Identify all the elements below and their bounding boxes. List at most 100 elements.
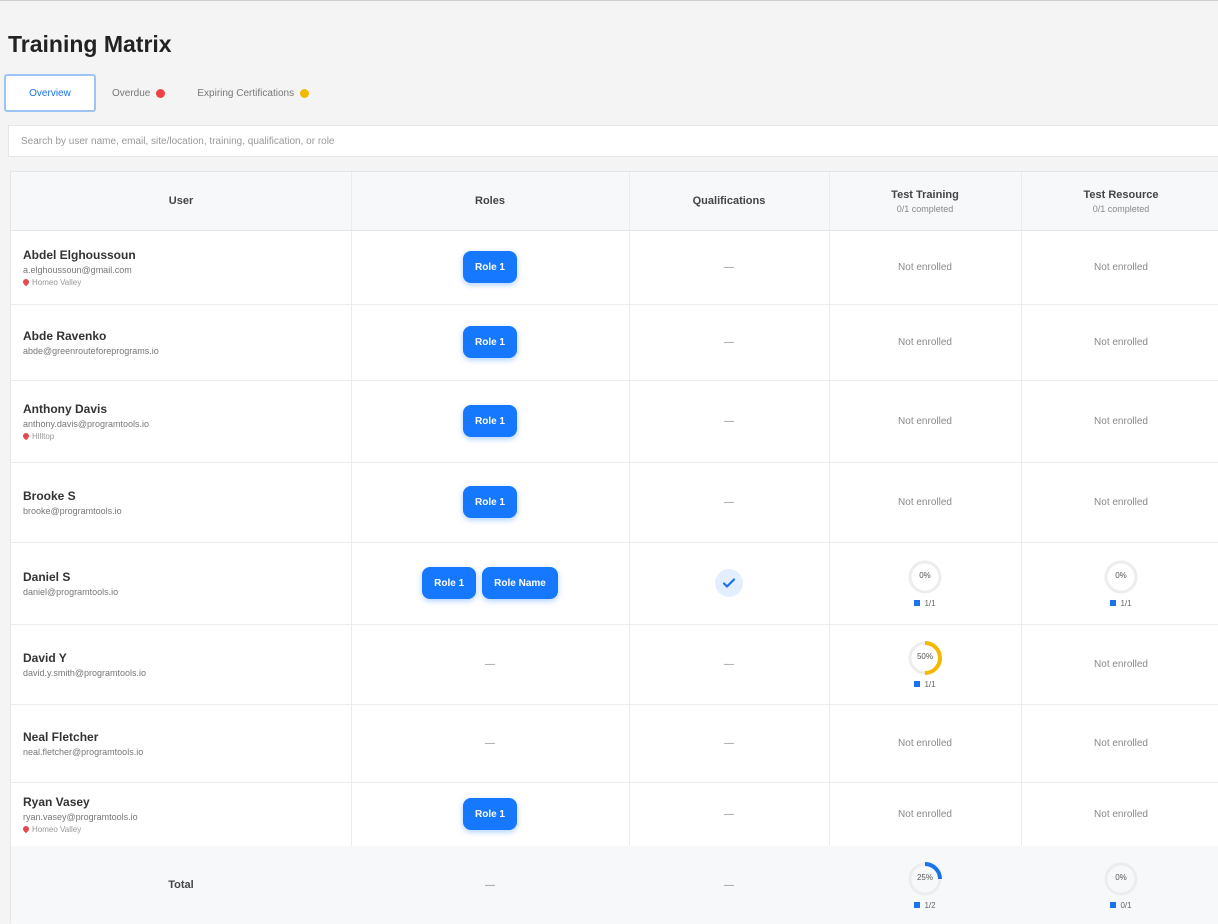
user-email: anthony.davis@programtools.io — [23, 418, 150, 429]
progress-ring: 0% — [907, 559, 943, 595]
user-location-text: Homeo Valley — [32, 824, 82, 834]
user-name[interactable]: Anthony Davis — [23, 402, 149, 416]
location-pin-icon — [21, 824, 31, 834]
training-cell: Not enrolled — [829, 462, 1021, 542]
training-cell: Not enrolled — [829, 304, 1021, 380]
table-row[interactable]: Anthony Davis anthony.davis@programtools.… — [11, 380, 1218, 463]
table-row[interactable]: Abdel Elghoussoun a.elghoussoun@gmail.com… — [11, 230, 1218, 305]
user-cell: David Y david.y.smith@programtools.io — [23, 624, 146, 704]
tab-expiring-certifications[interactable]: Expiring Certifications — [181, 74, 325, 112]
progress-ring: 0% — [1103, 559, 1139, 595]
user-name[interactable]: Abde Ravenko — [23, 329, 159, 343]
tab-overview-label: Overview — [29, 87, 71, 99]
roles-cell: Role 1 — [351, 230, 629, 304]
role-chip[interactable]: Role 1 — [462, 251, 517, 283]
table-row[interactable]: David Y david.y.smith@programtools.io — — 50… — [11, 624, 1218, 705]
resource-status: Not enrolled — [1094, 737, 1148, 749]
user-cell: Abdel Elghoussoun a.elghoussoun@gmail.com… — [21, 230, 136, 304]
resource-status: Not enrolled — [1094, 496, 1148, 508]
progress-legend: 1/1 — [914, 598, 936, 608]
user-location: Homeo Valley — [21, 277, 136, 287]
table-row[interactable]: Daniel S daniel@programtools.io Role 1 Role… — [11, 542, 1218, 625]
total-roles: — — [485, 879, 495, 891]
legend-swatch — [914, 600, 921, 606]
total-row: Total — — 25% 1/2 0% 0/1 — [11, 846, 1218, 924]
header-qualifications[interactable]: Qualifications — [629, 172, 829, 230]
table-row[interactable]: Ryan Vasey ryan.vasey@programtools.io Home… — [11, 782, 1218, 847]
training-status: Not enrolled — [898, 336, 952, 348]
tab-overview[interactable]: Overview — [4, 74, 96, 112]
header-test-resource-label: Test Resource — [1083, 188, 1159, 201]
qual-cell: — — [629, 304, 829, 380]
resource-status: Not enrolled — [1094, 808, 1148, 820]
role-chip[interactable]: Role 1 — [422, 567, 477, 599]
resource-cell: Not enrolled — [1021, 462, 1218, 542]
legend-swatch — [914, 681, 921, 687]
progress-legend-text: 1/1 — [924, 598, 936, 608]
training-cell: Not enrolled — [829, 380, 1021, 462]
user-location-text: Homeo Valley — [32, 277, 82, 287]
training-matrix-page: Training Matrix Overview Overdue Expirin… — [0, 1, 1218, 924]
user-email: daniel@programtools.io — [23, 586, 119, 597]
search-input[interactable]: Search by user name, email, site/locatio… — [8, 125, 1218, 157]
role-chip[interactable]: Role 1 — [462, 798, 517, 830]
header-user[interactable]: User — [11, 172, 351, 230]
resource-status: Not enrolled — [1094, 415, 1148, 427]
progress-legend: 0/1 — [1110, 901, 1132, 910]
qualifications-empty: — — [724, 658, 734, 670]
table-row[interactable]: Brooke S brooke@programtools.io Role 1 — Not… — [11, 462, 1218, 543]
tab-expiring-label: Expiring Certifications — [197, 87, 295, 99]
roles-cell: Role 1 — [351, 462, 629, 542]
progress-ring: 25% — [907, 861, 943, 897]
role-chip[interactable]: Role 1 — [462, 486, 517, 518]
header-test-resource[interactable]: Test Resource 0/1 completed — [1021, 172, 1218, 230]
search-placeholder: Search by user name, email, site/locatio… — [21, 135, 335, 147]
progress-ring-group[interactable]: 50% 1/1 — [907, 640, 943, 689]
progress-legend: 1/2 — [914, 900, 936, 910]
role-chip[interactable]: Role 1 — [462, 405, 517, 437]
qualifications-empty: — — [724, 336, 734, 348]
user-location: Homeo Valley — [21, 824, 138, 834]
user-name[interactable]: Brooke S — [23, 489, 122, 503]
progress-ring-group[interactable]: 25% 1/2 — [907, 861, 943, 910]
header-user-label: User — [168, 195, 194, 207]
qual-cell: — — [629, 624, 829, 704]
header-test-training[interactable]: Test Training 0/1 completed — [829, 172, 1021, 230]
training-status: Not enrolled — [898, 415, 952, 427]
header-roles[interactable]: Roles — [351, 172, 629, 230]
total-qualifications: — — [724, 879, 734, 891]
legend-swatch — [1110, 600, 1117, 606]
progress-ring-group[interactable]: 0% 1/1 — [1103, 559, 1139, 608]
tab-overdue[interactable]: Overdue — [96, 74, 181, 112]
progress-ring-group[interactable]: 0% 0/1 — [1103, 861, 1139, 910]
training-cell: 25% 1/2 — [829, 846, 1021, 924]
qualification-check-icon[interactable] — [715, 569, 743, 597]
location-pin-icon — [21, 431, 31, 441]
location-pin-icon — [21, 277, 31, 287]
user-name[interactable]: Ryan Vasey — [23, 795, 138, 809]
progress-legend-text: 1/1 — [924, 679, 936, 689]
user-name[interactable]: David Y — [23, 651, 146, 665]
user-name[interactable]: Abdel Elghoussoun — [23, 248, 136, 262]
table-row[interactable]: Neal Fletcher neal.fletcher@programtools.… — [11, 704, 1218, 783]
training-cell: 50% 1/1 — [829, 624, 1021, 704]
progress-legend-text: 1/2 — [924, 900, 936, 910]
tab-overdue-label: Overdue — [112, 87, 151, 99]
total-label-cell: Total — [11, 846, 351, 924]
user-location: Hilltop — [21, 431, 149, 441]
training-matrix-table: User Roles Qualifications Test Training 0… — [10, 171, 1218, 924]
roles-cell: — — [351, 846, 629, 924]
roles-empty: — — [485, 658, 495, 670]
user-name[interactable]: Neal Fletcher — [23, 730, 143, 744]
user-name[interactable]: Daniel S — [23, 570, 118, 584]
progress-ring-group[interactable]: 0% 1/1 — [907, 559, 943, 608]
training-status: Not enrolled — [898, 261, 952, 273]
user-cell: Abde Ravenko abde@greenrouteforeprograms.… — [23, 304, 159, 380]
role-chip[interactable]: Role 1 — [462, 326, 517, 358]
qualifications-empty: — — [724, 808, 734, 820]
table-row[interactable]: Abde Ravenko abde@greenrouteforeprograms.… — [11, 304, 1218, 381]
roles-cell: Role 1 — [351, 304, 629, 380]
progress-percent: 0% — [1115, 570, 1127, 580]
resource-cell: Not enrolled — [1021, 380, 1218, 462]
role-chip[interactable]: Role Name — [482, 567, 558, 599]
